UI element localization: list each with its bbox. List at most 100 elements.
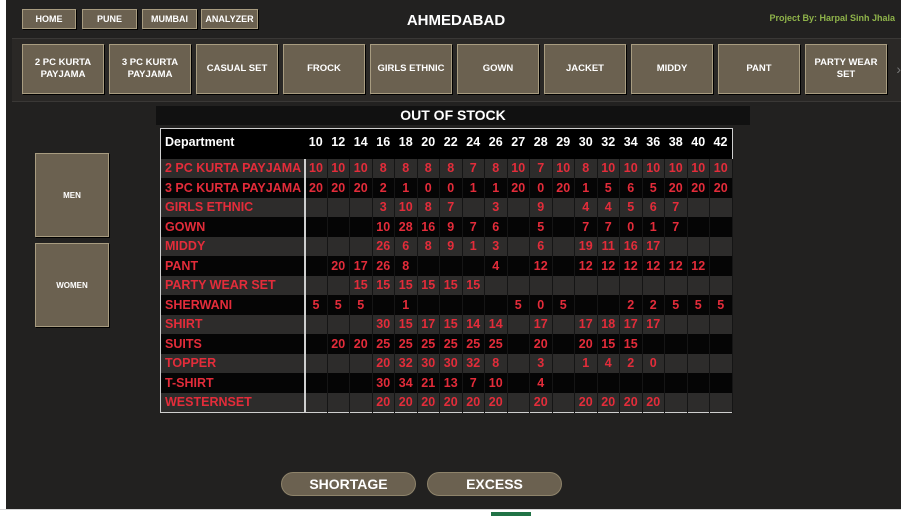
stock-cell <box>507 275 530 295</box>
stock-cell <box>327 314 350 334</box>
stock-cell: 10 <box>642 158 665 178</box>
men-button[interactable]: MEN <box>35 153 109 237</box>
stock-cell <box>642 275 665 295</box>
stock-cell <box>507 197 530 217</box>
stock-cell: 15 <box>417 275 440 295</box>
stock-cell: 2 <box>619 353 643 373</box>
stock-cell <box>327 217 350 237</box>
category-jacket-button[interactable]: JACKET <box>544 44 626 94</box>
stock-cell <box>687 392 710 412</box>
stock-cell: 25 <box>417 334 440 354</box>
stock-cell: 14 <box>484 314 508 334</box>
category-gown-button[interactable]: GOWN <box>457 44 539 94</box>
stock-cell: 15 <box>394 275 418 295</box>
stock-cell: 20 <box>327 256 350 276</box>
stock-cell <box>529 275 553 295</box>
size-header-28: 28 <box>529 128 552 156</box>
stock-cell <box>552 217 575 237</box>
table-row: 3 PC KURTA PAYJAMA 20 20 20 2 1 0 0 1 1 20 0 20 1 5 6 5 2… <box>160 178 733 198</box>
shortage-button[interactable]: SHORTAGE <box>281 472 416 496</box>
stock-cell: 17 <box>619 314 643 334</box>
stock-cell <box>304 334 328 354</box>
mumbai-button[interactable]: MUMBAI <box>142 9 197 29</box>
category-frock-button[interactable]: FROCK <box>283 44 365 94</box>
stock-cell: 25 <box>394 334 418 354</box>
size-header-26: 26 <box>484 128 507 156</box>
stock-cell: 5 <box>552 295 575 315</box>
stock-cell: 12 <box>529 256 553 276</box>
stock-cell <box>327 236 350 256</box>
pune-button[interactable]: PUNE <box>82 9 137 29</box>
stock-cell: 8 <box>394 256 418 276</box>
stock-cell <box>439 256 463 276</box>
stock-cell: 25 <box>462 334 485 354</box>
chevron-right-icon[interactable]: › <box>896 61 901 77</box>
size-header-40: 40 <box>687 128 710 156</box>
stock-cell: 12 <box>574 256 598 276</box>
stock-cell <box>349 314 373 334</box>
stock-cell <box>304 236 328 256</box>
stock-cell: 15 <box>619 334 643 354</box>
stock-cell: 0 <box>529 178 553 198</box>
stock-cell <box>574 275 598 295</box>
stock-cell <box>664 314 688 334</box>
department-cell: TOPPER <box>160 353 306 373</box>
stock-cell: 12 <box>664 256 688 276</box>
stock-cell: 4 <box>597 197 620 217</box>
stock-cell: 15 <box>394 314 418 334</box>
size-header-18: 18 <box>394 128 417 156</box>
stock-cell <box>709 373 733 393</box>
category-casual-set-button[interactable]: CASUAL SET <box>196 44 278 94</box>
active-sheet-tab[interactable] <box>491 512 531 516</box>
stock-cell: 20 <box>484 392 508 412</box>
stock-cell <box>619 373 643 393</box>
stock-cell: 0 <box>417 178 440 198</box>
category-2pc-kurta-payjama-button[interactable]: 2 PC KURTA PAYJAMA <box>22 44 104 94</box>
stock-cell: 8 <box>484 353 508 373</box>
category-bar: 2 PC KURTA PAYJAMA 3 PC KURTA PAYJAMA CA… <box>12 38 901 102</box>
stock-cell: 15 <box>349 275 373 295</box>
home-button[interactable]: HOME <box>22 9 76 29</box>
stock-cell: 30 <box>417 353 440 373</box>
category-girls-ethnic-button[interactable]: GIRLS ETHNIC <box>370 44 452 94</box>
stock-cell: 4 <box>529 373 553 393</box>
size-header-36: 36 <box>642 128 665 156</box>
stock-cell: 10 <box>619 158 643 178</box>
stock-cell: 10 <box>597 158 620 178</box>
table-row: MIDDY 26 6 8 9 1 3 6 19 11 16 17 <box>160 236 733 256</box>
category-middy-button[interactable]: MIDDY <box>631 44 713 94</box>
stock-cell: 20 <box>372 392 395 412</box>
size-header-34: 34 <box>619 128 642 156</box>
stock-cell: 5 <box>507 295 530 315</box>
stock-cell <box>664 275 688 295</box>
stock-cell: 10 <box>484 373 508 393</box>
size-header-14: 14 <box>349 128 372 156</box>
excess-button[interactable]: EXCESS <box>427 472 562 496</box>
stock-cell <box>349 197 373 217</box>
stock-cell: 20 <box>664 178 688 198</box>
stock-cell: 7 <box>462 217 485 237</box>
stock-cell: 19 <box>574 236 598 256</box>
category-3pc-kurta-payjama-button[interactable]: 3 PC KURTA PAYJAMA <box>109 44 191 94</box>
stock-cell <box>552 236 575 256</box>
women-button[interactable]: WOMEN <box>35 243 109 327</box>
stock-cell: 5 <box>597 178 620 198</box>
category-party-wear-set-button[interactable]: PARTY WEAR SET <box>805 44 887 94</box>
stock-cell: 8 <box>417 236 440 256</box>
stock-cell <box>574 373 598 393</box>
stock-cell <box>709 334 733 354</box>
stock-cell: 20 <box>597 392 620 412</box>
stock-cell: 6 <box>642 197 665 217</box>
stock-cell: 12 <box>619 256 643 276</box>
size-header-30: 30 <box>574 128 597 156</box>
stock-cell: 15 <box>439 314 463 334</box>
stock-cell: 9 <box>439 217 463 237</box>
stock-cell <box>619 275 643 295</box>
stock-cell <box>597 295 620 315</box>
stock-cell: 1 <box>574 353 598 373</box>
category-pant-button[interactable]: PANT <box>718 44 800 94</box>
analyzer-button[interactable]: ANALYZER <box>201 9 258 29</box>
stock-cell <box>349 217 373 237</box>
stock-cell: 21 <box>417 373 440 393</box>
size-header-42: 42 <box>709 128 732 156</box>
